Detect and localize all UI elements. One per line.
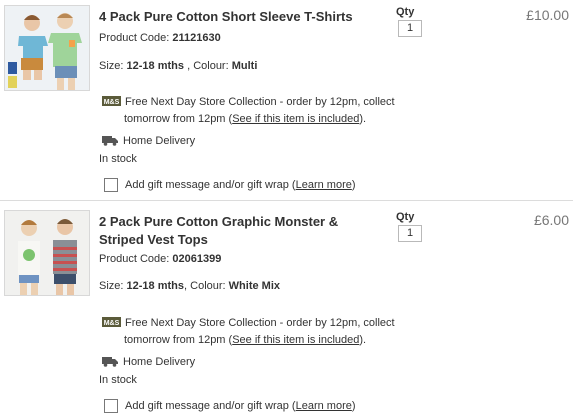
- store-icon: M&S: [102, 317, 121, 327]
- qty-input[interactable]: 1: [398, 225, 422, 242]
- item-price: £10.00: [526, 7, 569, 23]
- stock-status: In stock: [99, 153, 137, 165]
- product-code-label: Product Code:: [99, 32, 170, 44]
- gift-label: Add gift message and/or gift wrap (: [125, 400, 296, 412]
- qty-label: Qty: [396, 6, 415, 18]
- size-label: Size:: [99, 280, 124, 292]
- basket-item: 4 Pack Pure Cotton Short Sleeve T-Shirts…: [0, 0, 573, 200]
- store-collection: M&S Free Next Day Store Collection - orde…: [102, 317, 395, 346]
- item-divider: [0, 200, 573, 201]
- size-value: 12-18 mths: [126, 280, 185, 292]
- size-colour: Size: 12-18 mths, Colour: White Mix: [99, 280, 280, 292]
- home-delivery-label: Home Delivery: [123, 356, 196, 368]
- colour-label: , Colour:: [184, 280, 226, 292]
- home-delivery: Home Delivery: [102, 135, 195, 147]
- stock-status: In stock: [99, 374, 137, 386]
- size-value: 12-18 mths: [126, 60, 185, 72]
- product-title[interactable]: 2 Pack Pure Cotton Graphic Monster & Str…: [99, 213, 359, 249]
- basket-item: 2 Pack Pure Cotton Graphic Monster & Str…: [0, 205, 573, 419]
- size-label: Size:: [99, 60, 124, 72]
- see-if-included-link[interactable]: See if this item is included: [232, 113, 359, 125]
- store-icon: M&S: [102, 96, 121, 106]
- product-code: Product Code: 02061399: [99, 253, 221, 265]
- colour-value: Multi: [231, 60, 258, 72]
- gift-checkbox[interactable]: [104, 178, 118, 192]
- qty-input[interactable]: 1: [398, 20, 422, 37]
- truck-icon: [102, 136, 118, 146]
- colour-label: , Colour:: [187, 60, 229, 72]
- gift-option: Add gift message and/or gift wrap (Learn…: [104, 399, 356, 413]
- home-delivery-label: Home Delivery: [123, 135, 196, 147]
- gift-checkbox[interactable]: [104, 399, 118, 413]
- home-delivery: Home Delivery: [102, 356, 195, 368]
- learn-more-link[interactable]: Learn more: [296, 179, 352, 191]
- gift-option: Add gift message and/or gift wrap (Learn…: [104, 178, 356, 192]
- colour-value: White Mix: [228, 280, 280, 292]
- truck-icon: [102, 357, 118, 367]
- gift-label: Add gift message and/or gift wrap (: [125, 179, 296, 191]
- product-code: Product Code: 21121630: [99, 32, 221, 44]
- size-colour: Size: 12-18 mths , Colour: Multi: [99, 60, 257, 72]
- product-code-label: Product Code:: [99, 253, 170, 265]
- product-code-value: 21121630: [172, 32, 221, 44]
- see-if-included-link[interactable]: See if this item is included: [232, 334, 359, 346]
- svg-text:M&S: M&S: [104, 99, 120, 106]
- item-price: £6.00: [533, 212, 569, 228]
- learn-more-link[interactable]: Learn more: [296, 400, 352, 412]
- store-collection: M&S Free Next Day Store Collection - orde…: [102, 96, 395, 125]
- svg-text:M&S: M&S: [104, 320, 120, 327]
- product-title[interactable]: 4 Pack Pure Cotton Short Sleeve T-Shirts: [99, 8, 369, 26]
- store-collection-text: Free Next Day Store Collection - order b…: [125, 317, 395, 329]
- store-collection-text2: tomorrow from 12pm (: [124, 334, 233, 346]
- product-code-value: 02061399: [172, 253, 222, 265]
- store-collection-text: Free Next Day Store Collection - order b…: [125, 96, 395, 108]
- product-image[interactable]: [4, 210, 90, 296]
- store-collection-text2: tomorrow from 12pm (: [124, 113, 233, 125]
- product-image[interactable]: [4, 5, 90, 91]
- qty-label: Qty: [396, 211, 415, 223]
